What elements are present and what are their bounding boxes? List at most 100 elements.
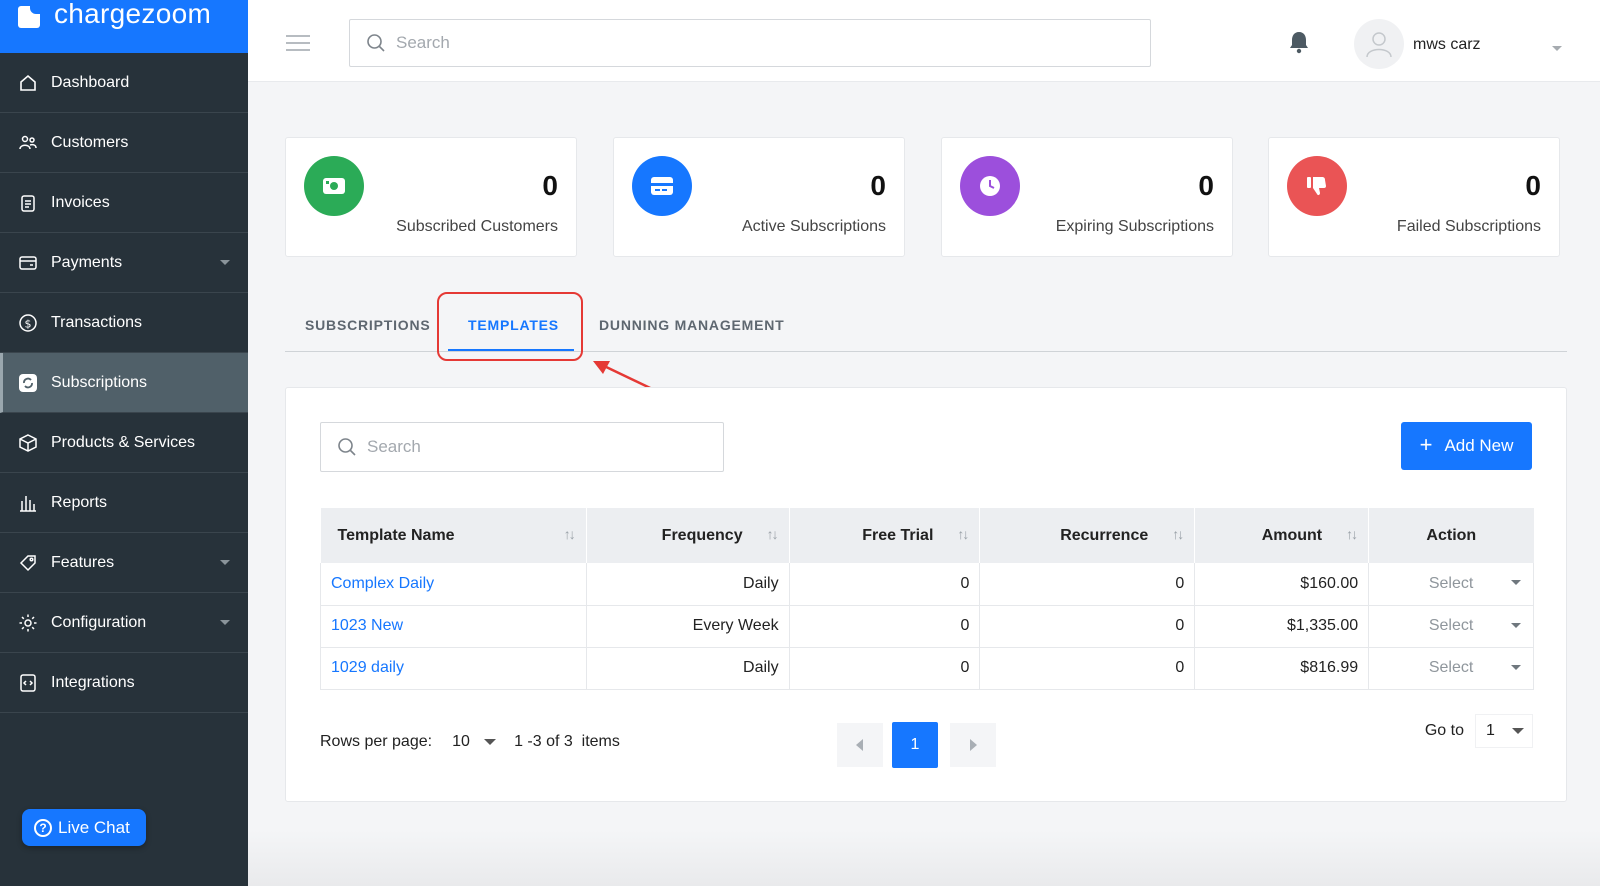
sidebar-item-label: Reports <box>51 493 108 511</box>
templates-search-input[interactable] <box>367 437 715 457</box>
sort-icon[interactable]: ↑↓ <box>564 526 576 542</box>
sidebar-item-label: Transactions <box>51 313 142 331</box>
chevron-down-icon <box>220 620 230 625</box>
recurrence-cell: 0 <box>979 647 1196 690</box>
sidebar-item-label: Subscriptions <box>51 373 148 391</box>
user-name[interactable]: mws carz <box>1413 36 1481 54</box>
templates-panel: + Add New Template Name↑↓ Frequency↑↓ Fr… <box>285 387 1567 802</box>
clipboard-icon <box>18 193 38 213</box>
action-select[interactable]: Select <box>1368 563 1534 606</box>
add-new-button[interactable]: + Add New <box>1401 422 1532 470</box>
logo-mark-icon <box>18 3 42 28</box>
chevron-down-icon <box>1511 664 1521 670</box>
sidebar-item-invoices[interactable]: Invoices <box>0 173 248 233</box>
avatar[interactable] <box>1354 19 1404 69</box>
menu-toggle-icon[interactable] <box>286 35 310 56</box>
sort-icon[interactable]: ↑↓ <box>1346 526 1358 542</box>
sidebar-item-transactions[interactable]: $ Transactions <box>0 293 248 353</box>
user-icon <box>1366 32 1392 58</box>
chevron-down-icon[interactable] <box>1552 46 1562 51</box>
template-name-link[interactable]: 1023 New <box>331 617 403 634</box>
sidebar-item-label: Customers <box>51 133 129 151</box>
sidebar-item-customers[interactable]: Customers <box>0 113 248 173</box>
go-to-page-select[interactable]: 1 <box>1476 715 1532 747</box>
users-icon <box>18 133 38 153</box>
stat-label: Active Subscriptions <box>741 218 886 235</box>
sidebar-item-subscriptions[interactable]: Subscriptions <box>0 353 248 413</box>
template-name-link[interactable]: Complex Daily <box>331 575 434 592</box>
chevron-down-icon <box>1512 728 1524 734</box>
go-to-label: Go to <box>1424 722 1464 739</box>
sidebar: chargezoom Dashboard Customers Invoices … <box>0 0 248 886</box>
sidebar-item-reports[interactable]: Reports <box>0 473 248 533</box>
sidebar-item-features[interactable]: Features <box>0 533 248 593</box>
bell-icon[interactable] <box>1288 30 1310 59</box>
sidebar-item-payments[interactable]: Payments <box>0 233 248 293</box>
live-chat-label: Live Chat <box>58 817 130 837</box>
sidebar-item-products-services[interactable]: Products & Services <box>0 413 248 473</box>
column-header-amount[interactable]: Amount ↑↓ <box>1194 508 1370 563</box>
chevron-down-icon <box>220 560 230 565</box>
column-header-free-trial[interactable]: Free Trial ↑↓ <box>789 508 981 563</box>
frequency-cell: Daily <box>586 647 790 690</box>
free-trial-cell: 0 <box>789 605 981 648</box>
code-icon <box>18 673 38 693</box>
stat-label: Subscribed Customers <box>396 218 558 235</box>
templates-search <box>320 422 724 472</box>
home-icon <box>18 73 38 93</box>
sidebar-item-label: Integrations <box>51 673 135 691</box>
sidebar-item-configuration[interactable]: Configuration <box>0 593 248 653</box>
sidebar-item-dashboard[interactable]: Dashboard <box>0 53 248 113</box>
page-button-current[interactable]: 1 <box>892 722 938 768</box>
search-icon <box>338 438 356 456</box>
gear-icon <box>18 613 38 633</box>
amount-cell: $1,335.00 <box>1194 605 1370 648</box>
column-header-template-name[interactable]: Template Name ↑↓ <box>320 508 587 563</box>
tab-dunning-management[interactable]: DUNNING MANAGEMENT <box>599 317 785 333</box>
free-trial-cell: 0 <box>789 647 981 690</box>
sidebar-nav: Dashboard Customers Invoices Payments $ … <box>0 53 248 713</box>
search-icon <box>367 34 385 52</box>
next-page-button[interactable] <box>950 723 996 767</box>
recurrence-cell: 0 <box>979 563 1196 606</box>
sort-icon[interactable]: ↑↓ <box>767 526 779 542</box>
table-row: Complex Daily Daily 0 0 $160.00 Select <box>320 563 1534 606</box>
logo-text: chargezoom <box>54 0 212 29</box>
template-name-link[interactable]: 1029 daily <box>331 659 404 676</box>
annotation-highlight-box <box>437 292 583 361</box>
chevron-down-icon <box>220 260 230 265</box>
recurrence-cell: 0 <box>979 605 1196 648</box>
global-search <box>349 19 1151 67</box>
help-icon: ? <box>34 818 52 837</box>
bar-chart-icon <box>18 493 38 513</box>
prev-page-button[interactable] <box>837 723 883 767</box>
column-header-frequency[interactable]: Frequency ↑↓ <box>586 508 790 563</box>
column-header-action: Action <box>1368 508 1534 563</box>
sidebar-item-label: Features <box>51 553 115 571</box>
live-chat-button[interactable]: ? Live Chat <box>22 809 146 846</box>
logo[interactable]: chargezoom <box>0 0 248 53</box>
action-select[interactable]: Select <box>1368 647 1534 690</box>
column-header-recurrence[interactable]: Recurrence ↑↓ <box>979 508 1196 563</box>
top-header: mws carz <box>248 0 1600 82</box>
templates-table: Template Name ↑↓ Frequency ↑↓ Free Trial ↑↓… <box>320 508 1534 690</box>
refresh-icon <box>18 373 38 393</box>
sidebar-item-label: Products & Services <box>51 433 196 451</box>
amount-cell: $160.00 <box>1194 563 1370 606</box>
action-select[interactable]: Select <box>1368 605 1534 648</box>
clock-icon <box>960 156 1020 216</box>
sort-icon[interactable]: ↑↓ <box>1172 526 1184 542</box>
stat-count: 0 <box>542 170 558 201</box>
sidebar-item-integrations[interactable]: Integrations <box>0 653 248 713</box>
table-row: 1029 daily Daily 0 0 $816.99 Select <box>320 647 1534 690</box>
wallet-icon <box>18 253 38 273</box>
tag-icon <box>18 553 38 573</box>
table-row: 1023 New Every Week 0 0 $1,335.00 Select <box>320 605 1534 648</box>
items-count: 1 -3 of 3 items <box>514 733 620 750</box>
tab-subscriptions[interactable]: SUBSCRIPTIONS <box>305 317 431 333</box>
rows-per-page: Rows per page: 10 1 -3 of 3 items <box>320 726 620 758</box>
stat-label: Failed Subscriptions <box>1396 218 1541 235</box>
sort-icon[interactable]: ↑↓ <box>957 526 969 542</box>
rows-per-page-select[interactable]: 10 <box>442 726 504 758</box>
global-search-input[interactable] <box>396 33 1102 53</box>
